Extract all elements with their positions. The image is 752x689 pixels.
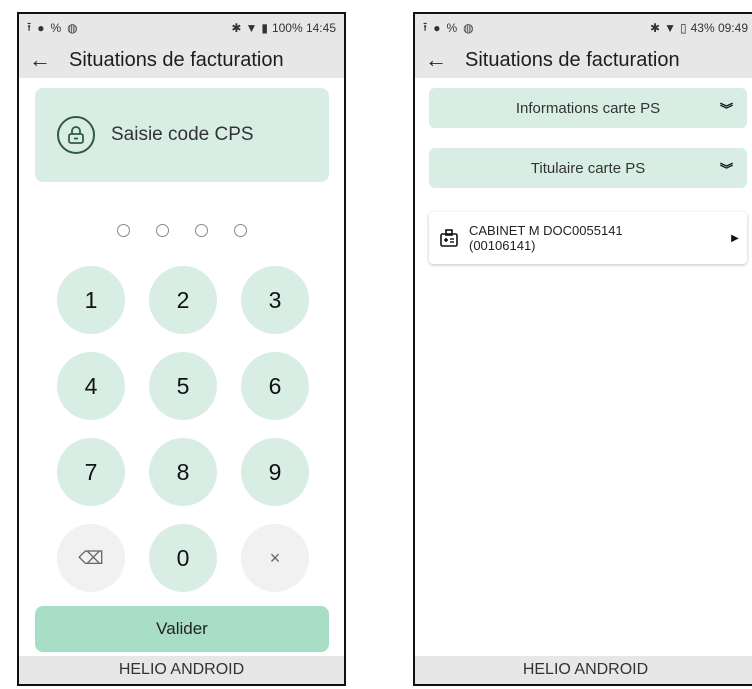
shield-icon: ◍: [463, 21, 474, 35]
battery-icon: ▯: [680, 21, 687, 35]
backspace-icon[interactable]: ⌫: [57, 524, 125, 592]
key-1[interactable]: 1: [57, 266, 125, 334]
status-icons-left: ⭱ ● % ◍: [423, 18, 474, 39]
app-bar: ← Situations de facturation: [19, 42, 344, 78]
id-card-icon: [429, 228, 469, 248]
accordion-card-holder[interactable]: Titulaire carte PS ︾: [429, 148, 747, 188]
key-2[interactable]: 2: [149, 266, 217, 334]
upload-icon: ⭱: [27, 19, 32, 34]
bluetooth-icon: ✱: [231, 21, 242, 35]
status-bar: ⭱ ● % ◍ ✱ ▼ ▯ 43% 09:49: [415, 14, 752, 42]
back-arrow-icon[interactable]: ←: [29, 47, 55, 73]
battery-icon: ▮: [261, 21, 268, 35]
numeric-keypad: 1 2 3 4 5 6 7 8 9 ⌫ 0 ×: [57, 266, 309, 592]
cps-card-label: Saisie code CPS: [111, 124, 254, 145]
status-bar: ⭱ ● % ◍ ✱ ▼ ▮ 100% 14:45: [19, 14, 344, 42]
status-icons-right: ✱ ▼ ▯ 43% 09:49: [650, 21, 748, 35]
wifi-icon: ▼: [245, 21, 258, 35]
caret-right-icon: ▶: [731, 232, 739, 244]
phone-screen-card-info: ⭱ ● % ◍ ✱ ▼ ▯ 43% 09:49 ← Situations de …: [413, 12, 752, 686]
double-chevron-down-icon: ︾: [719, 101, 733, 117]
key-8[interactable]: 8: [149, 438, 217, 506]
footer-brand: HELIO ANDROID: [19, 656, 344, 684]
key-4[interactable]: 4: [57, 352, 125, 420]
app-notification-icon: ●: [433, 21, 441, 35]
validate-button[interactable]: Valider: [35, 606, 329, 652]
app-notification-icon: ●: [37, 21, 45, 35]
page-title: Situations de facturation: [69, 48, 284, 71]
key-9[interactable]: 9: [241, 438, 309, 506]
app-bar: ← Situations de facturation: [415, 42, 752, 78]
clear-icon[interactable]: ×: [241, 524, 309, 592]
accordion-card-info[interactable]: Informations carte PS ︾: [429, 88, 747, 128]
bluetooth-icon: ✱: [650, 21, 661, 35]
accordion-label: Informations carte PS: [515, 99, 661, 117]
pin-dot: [155, 224, 169, 237]
lock-icon: [57, 116, 95, 154]
pin-dot: [116, 224, 130, 237]
list-item-cabinet[interactable]: CABINET M DOC0055141 (00106141) ▶: [429, 212, 747, 264]
cps-code-card: Saisie code CPS: [35, 88, 329, 182]
status-text: 100% 14:45: [271, 21, 336, 35]
key-0[interactable]: 0: [149, 524, 217, 592]
footer-brand: HELIO ANDROID: [415, 656, 752, 684]
key-5[interactable]: 5: [149, 352, 217, 420]
pin-dot: [194, 224, 208, 237]
page-title: Situations de facturation: [465, 48, 680, 71]
back-arrow-icon[interactable]: ←: [425, 47, 451, 73]
list-item-subtitle: (00106141): [469, 238, 536, 253]
key-7[interactable]: 7: [57, 438, 125, 506]
accordion-label: Titulaire carte PS: [530, 159, 646, 177]
phone-screen-pin-entry: ⭱ ● % ◍ ✱ ▼ ▮ 100% 14:45 ← Situations de…: [17, 12, 346, 686]
key-3[interactable]: 3: [241, 266, 309, 334]
upload-icon: ⭱: [423, 19, 428, 34]
list-item-text: CABINET M DOC0055141 (00106141): [469, 223, 723, 253]
status-icons-left: ⭱ ● % ◍: [27, 18, 78, 39]
link-icon: %: [50, 21, 62, 35]
list-item-title: CABINET M DOC0055141: [469, 223, 623, 238]
status-text: 43% 09:49: [690, 21, 748, 35]
link-icon: %: [446, 21, 458, 35]
shield-icon: ◍: [67, 21, 78, 35]
pin-dot: [233, 224, 247, 237]
key-6[interactable]: 6: [241, 352, 309, 420]
double-chevron-down-icon: ︾: [719, 161, 733, 177]
wifi-icon: ▼: [664, 21, 676, 35]
status-icons-right: ✱ ▼ ▮ 100% 14:45: [231, 21, 336, 35]
pin-indicator: [19, 224, 344, 237]
